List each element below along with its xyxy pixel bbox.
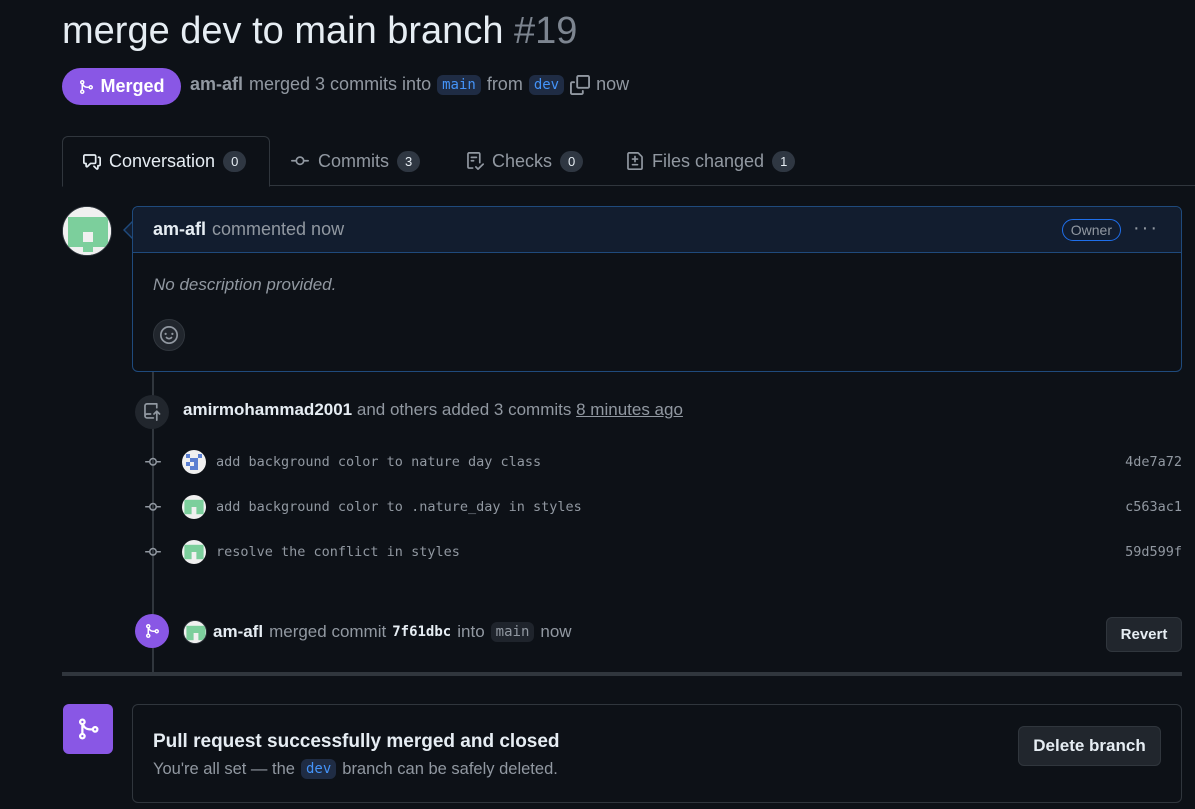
page-title: merge dev to main branch #19 xyxy=(62,10,577,53)
comment-action: commented now xyxy=(212,219,345,239)
pr-meta: am-afl merged 3 commits into main from d… xyxy=(190,74,629,95)
merge-action: merged commit xyxy=(269,622,387,641)
commits-event-text: amirmohammad2001 and others added 3 comm… xyxy=(183,400,683,420)
delete-branch-button[interactable]: Delete branch xyxy=(1018,726,1161,766)
copy-icon[interactable] xyxy=(570,74,591,95)
merge-action-text: merged 3 commits into xyxy=(249,74,432,94)
commits-action: and others added 3 commits xyxy=(356,400,572,419)
commit-row: add background color to .nature_day in s… xyxy=(140,494,1182,520)
avatar[interactable] xyxy=(182,540,206,564)
pr-title-text: merge dev to main branch xyxy=(62,10,504,52)
file-diff-icon xyxy=(627,152,643,170)
tab-label: Commits xyxy=(318,150,389,171)
comment-body: No description provided. xyxy=(153,275,337,294)
git-merge-icon xyxy=(80,79,94,94)
git-commit-icon xyxy=(291,156,309,166)
avatar[interactable] xyxy=(62,206,112,256)
smiley-icon xyxy=(160,326,178,344)
commit-message[interactable]: add background color to .nature_day in s… xyxy=(216,499,582,515)
tab-commits[interactable]: Commits 3 xyxy=(290,136,421,186)
merge-branch-chip[interactable]: main xyxy=(490,622,535,642)
merge-into: into xyxy=(457,622,485,641)
base-branch-chip[interactable]: main xyxy=(437,74,481,95)
comment-box: am-afl commented now Owner ··· No descri… xyxy=(132,206,1182,372)
avatar[interactable] xyxy=(182,450,206,474)
owner-badge: Owner xyxy=(1061,219,1121,241)
tab-files-changed[interactable]: Files changed 1 xyxy=(626,136,796,186)
status-label: Merged xyxy=(100,76,165,96)
add-reaction-button[interactable] xyxy=(153,319,185,351)
merge-status-subtitle: You're all set — the dev branch can be s… xyxy=(153,759,558,779)
repo-push-icon xyxy=(144,403,161,421)
merge-status-icon xyxy=(63,704,113,754)
commit-sha[interactable]: c563ac1 xyxy=(1125,499,1182,515)
head-branch-chip[interactable]: dev xyxy=(528,74,565,95)
commit-message[interactable]: resolve the conflict in styles xyxy=(216,544,460,560)
merge-event-text: am-afl merged commit 7f61dbc into main n… xyxy=(183,620,572,644)
commits-author[interactable]: amirmohammad2001 xyxy=(183,400,352,419)
commits-event-icon xyxy=(135,395,169,429)
pr-number: #19 xyxy=(514,10,578,52)
git-commit-icon xyxy=(140,544,166,560)
commit-row: resolve the conflict in styles 59d599f xyxy=(140,539,1182,565)
tab-counter: 0 xyxy=(560,150,584,172)
kebab-menu-icon[interactable]: ··· xyxy=(1133,217,1159,240)
comment-header: am-afl commented now Owner ··· xyxy=(133,207,1181,253)
merge-event-icon xyxy=(135,614,169,648)
timeline-divider xyxy=(62,672,1182,676)
commit-row: add background color to nature day class… xyxy=(140,449,1182,475)
merge-commit-sha[interactable]: 7f61dbc xyxy=(392,624,451,640)
merge-status-box: Pull request successfully merged and clo… xyxy=(132,704,1182,803)
merge-status-title: Pull request successfully merged and clo… xyxy=(153,731,560,752)
tab-label: Files changed xyxy=(652,150,765,171)
author-link[interactable]: am-afl xyxy=(190,74,243,95)
comment-discussion-icon xyxy=(83,153,101,170)
from-text: from xyxy=(486,74,523,94)
revert-button[interactable]: Revert xyxy=(1106,617,1182,652)
tab-checks[interactable]: Checks 0 xyxy=(466,136,584,186)
tab-counter: 3 xyxy=(397,150,421,172)
merge-time: now xyxy=(540,622,572,641)
pr-time: now xyxy=(596,74,630,94)
checklist-icon xyxy=(467,152,484,170)
avatar[interactable] xyxy=(182,495,206,519)
merge-author[interactable]: am-afl xyxy=(213,622,263,642)
merge-sub-after: branch can be safely deleted. xyxy=(342,759,558,778)
tab-label: Checks xyxy=(492,150,553,171)
avatar[interactable] xyxy=(183,620,207,644)
git-merge-icon xyxy=(79,718,99,740)
merge-sub-before: You're all set — the xyxy=(153,759,295,778)
identicon xyxy=(63,207,111,255)
tab-label: Conversation xyxy=(109,151,216,171)
git-commit-icon xyxy=(140,499,166,515)
merged-status-badge: Merged xyxy=(62,68,181,105)
commit-sha[interactable]: 4de7a72 xyxy=(1125,454,1182,470)
commits-time[interactable]: 8 minutes ago xyxy=(576,400,683,419)
tab-counter: 1 xyxy=(772,150,796,172)
tab-conversation[interactable]: Conversation 0 xyxy=(62,136,270,187)
tab-counter: 0 xyxy=(223,151,247,172)
comment-author[interactable]: am-afl xyxy=(153,219,206,240)
deletable-branch-chip[interactable]: dev xyxy=(300,759,337,779)
commit-sha[interactable]: 59d599f xyxy=(1125,544,1182,560)
commit-message[interactable]: add background color to nature day class xyxy=(216,454,541,470)
git-merge-icon xyxy=(146,624,160,638)
pr-tabs: Conversation 0 Commits 3 Checks 0 Files … xyxy=(62,136,1195,187)
git-commit-icon xyxy=(140,454,166,470)
